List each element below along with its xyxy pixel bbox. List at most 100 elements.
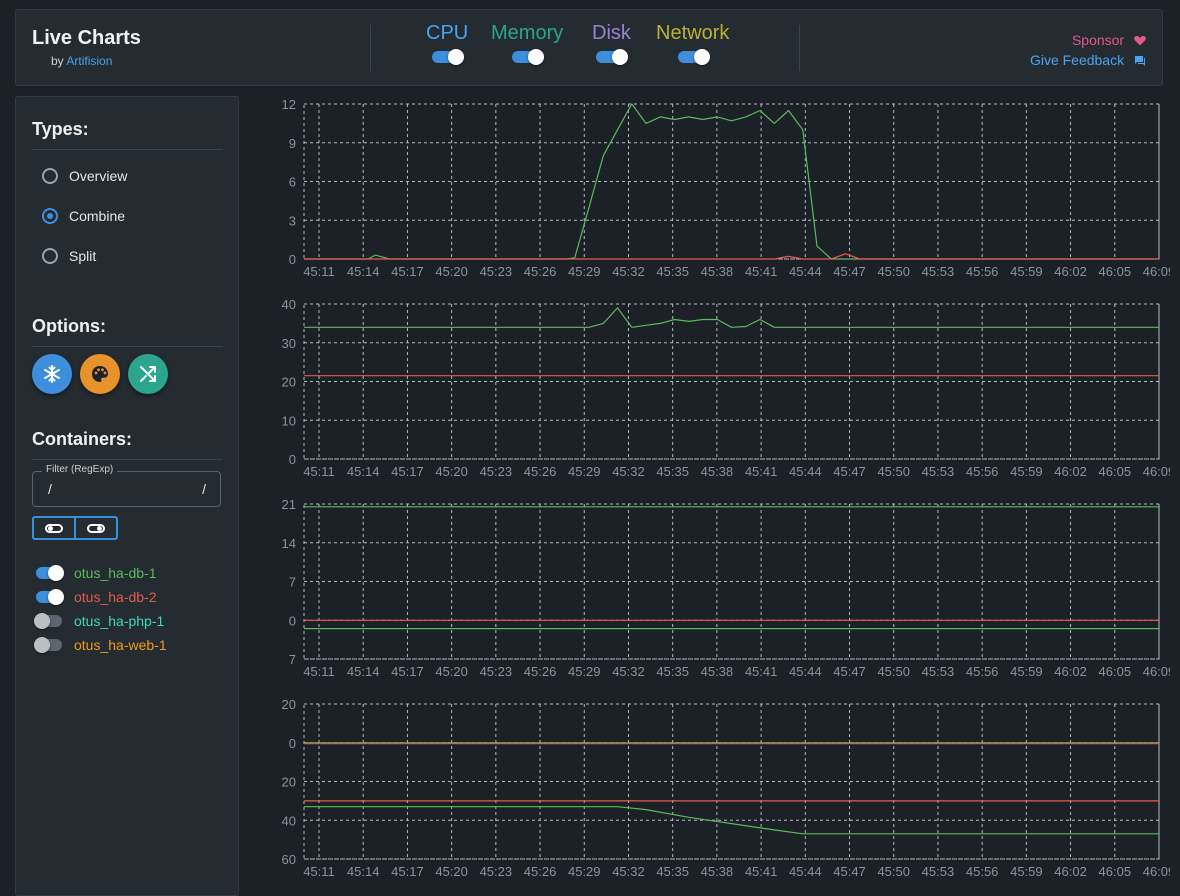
- sidebar: Types: Overview Combine Split Options: C…: [15, 96, 239, 896]
- enable-all-button[interactable]: [74, 518, 116, 538]
- y-tick-label: 30: [282, 336, 296, 351]
- metric-cpu-label: CPU: [426, 22, 469, 44]
- x-tick-label: 46:09: [1143, 264, 1170, 279]
- x-tick-label: 45:59: [1010, 264, 1043, 279]
- x-tick-label: 45:38: [701, 464, 734, 479]
- x-tick-label: 45:14: [347, 864, 380, 879]
- x-tick-label: 45:11: [303, 664, 335, 679]
- sponsor-label: Sponsor: [1071, 32, 1125, 48]
- section-divider: [32, 149, 222, 150]
- options-title: Options:: [32, 316, 106, 336]
- container-toggle[interactable]: [34, 637, 62, 653]
- x-tick-label: 45:11: [303, 464, 335, 479]
- x-tick-label: 46:02: [1054, 264, 1087, 279]
- x-tick-label: 45:56: [966, 264, 999, 279]
- x-tick-label: 45:32: [612, 664, 645, 679]
- metric-disk-label: Disk: [592, 22, 631, 44]
- feedback-link[interactable]: Give Feedback: [1030, 50, 1146, 70]
- snowflake-icon: [44, 365, 60, 383]
- y-tick-label: 0: [289, 252, 296, 267]
- x-tick-label: 45:35: [656, 664, 689, 679]
- y-tick-label: 40: [282, 297, 296, 312]
- x-tick-label: 46:02: [1054, 664, 1087, 679]
- x-tick-label: 45:50: [877, 664, 910, 679]
- type-split-label: Split: [69, 248, 97, 264]
- y-tick-label: 0: [289, 452, 296, 467]
- toggle-off-icon: [45, 523, 63, 533]
- y-tick-label: 60: [282, 852, 296, 867]
- x-tick-label: 45:38: [701, 864, 734, 879]
- y-tick-label: 3: [289, 213, 296, 228]
- filter-left-slash: /: [48, 481, 52, 497]
- feedback-icon: [1135, 56, 1145, 66]
- x-tick-label: 45:56: [966, 864, 999, 879]
- x-tick-label: 45:14: [347, 264, 380, 279]
- x-tick-label: 45:17: [391, 664, 424, 679]
- x-tick-label: 45:20: [435, 264, 468, 279]
- x-tick-label: 45:53: [922, 864, 955, 879]
- toggle-knob: [612, 49, 629, 65]
- x-tick-label: 45:26: [524, 464, 557, 479]
- x-tick-label: 46:09: [1143, 464, 1170, 479]
- x-tick-label: 45:26: [524, 864, 557, 879]
- y-tick-label: 10: [282, 413, 296, 428]
- container-toggle[interactable]: [36, 565, 64, 581]
- x-tick-label: 46:02: [1054, 464, 1087, 479]
- header-divider: [799, 25, 800, 71]
- palette-icon: [92, 366, 108, 382]
- metric-disk-toggle[interactable]: [596, 49, 629, 65]
- container-item: otus_ha-web-1: [34, 637, 167, 653]
- x-tick-label: 45:11: [303, 264, 335, 279]
- x-tick-label: 45:47: [833, 264, 866, 279]
- type-overview-label: Overview: [69, 168, 128, 184]
- x-tick-label: 45:44: [789, 264, 822, 279]
- heart-icon: [1134, 36, 1146, 46]
- type-overview-radio[interactable]: Overview: [42, 168, 127, 184]
- x-tick-label: 45:35: [656, 464, 689, 479]
- metric-memory: Memory: [491, 22, 564, 65]
- filter-input[interactable]: [59, 480, 193, 498]
- palette-button[interactable]: [80, 354, 120, 394]
- x-tick-label: 45:20: [435, 464, 468, 479]
- y-tick-label: 20: [282, 697, 296, 712]
- x-tick-label: 45:56: [966, 464, 999, 479]
- series-line: [304, 307, 1159, 328]
- app-header: Live Charts by Artifision CPU Memory Dis…: [15, 9, 1163, 86]
- toggle-knob: [34, 613, 50, 629]
- container-toggle[interactable]: [36, 589, 64, 605]
- container-label: otus_ha-web-1: [74, 637, 167, 653]
- container-item: otus_ha-db-2: [36, 589, 157, 605]
- sponsor-link[interactable]: Sponsor: [1030, 30, 1146, 50]
- x-tick-label: 46:09: [1143, 664, 1170, 679]
- x-tick-label: 45:29: [568, 464, 601, 479]
- x-tick-label: 45:32: [612, 864, 645, 879]
- section-divider: [32, 346, 222, 347]
- metric-network-toggle[interactable]: [677, 49, 710, 65]
- x-tick-label: 46:05: [1099, 264, 1132, 279]
- metric-memory-label: Memory: [491, 22, 564, 44]
- x-tick-label: 46:09: [1143, 864, 1170, 879]
- container-toggle[interactable]: [34, 613, 62, 629]
- author-link[interactable]: Artifision: [66, 54, 112, 68]
- x-tick-label: 45:29: [568, 264, 601, 279]
- y-tick-label: 9: [289, 136, 296, 151]
- x-tick-label: 45:56: [966, 664, 999, 679]
- freeze-button[interactable]: [32, 354, 72, 394]
- charts-area: 45:11 45:14 45:17 45:20 45:23 45:26 45:29 45:32…: [250, 94, 1176, 884]
- metric-cpu-toggle[interactable]: [432, 49, 465, 65]
- container-label: otus_ha-db-1: [74, 565, 157, 581]
- feedback-label: Give Feedback: [1029, 52, 1125, 68]
- radio-circle: [42, 248, 58, 264]
- type-split-radio[interactable]: Split: [42, 248, 96, 264]
- x-tick-label: 45:23: [480, 864, 513, 879]
- shuffle-button[interactable]: [128, 354, 168, 394]
- x-tick-label: 45:23: [480, 664, 513, 679]
- metric-memory-toggle[interactable]: [512, 49, 545, 65]
- x-tick-label: 45:29: [568, 664, 601, 679]
- types-title: Types:: [32, 119, 89, 139]
- type-combine-radio[interactable]: Combine: [42, 208, 125, 224]
- disable-all-button[interactable]: [34, 518, 74, 538]
- x-tick-label: 45:47: [833, 664, 866, 679]
- y-tick-label: 14: [282, 536, 296, 551]
- y-tick-label: 7: [289, 652, 296, 667]
